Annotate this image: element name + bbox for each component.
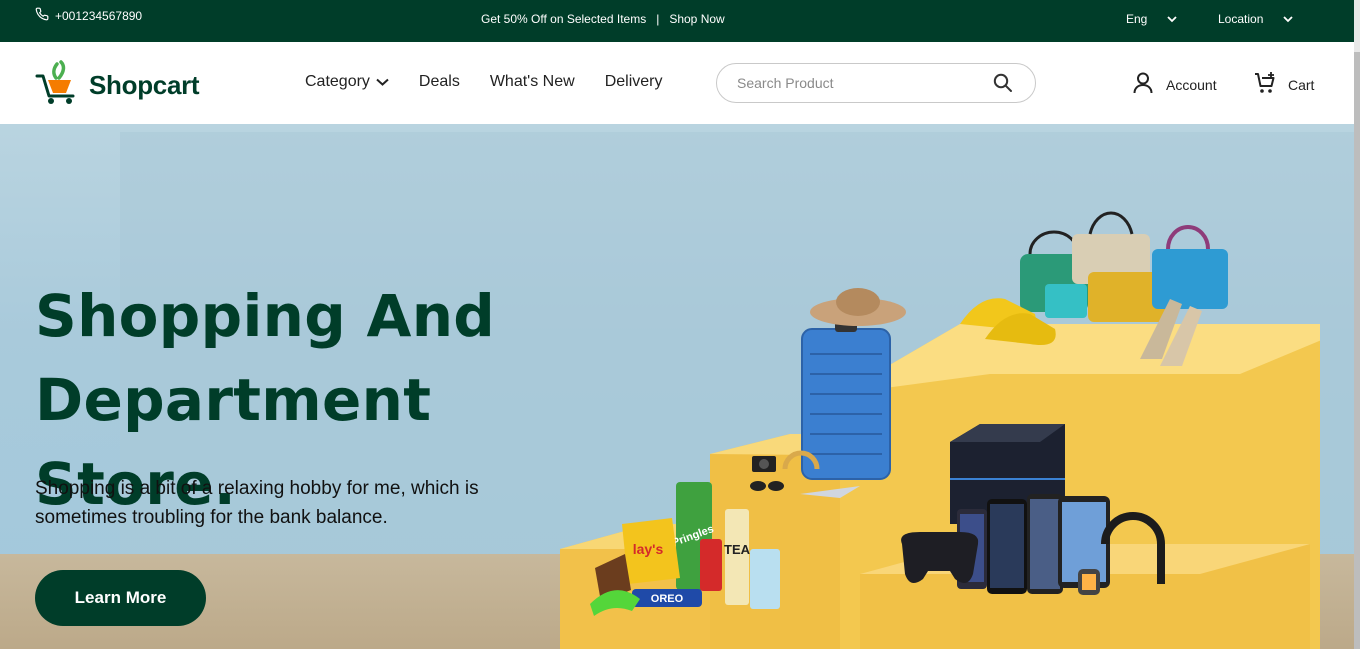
nav-deals[interactable]: Deals	[419, 73, 460, 91]
hero-section: Shopping And Department Store. Shopping …	[0, 124, 1354, 649]
phone-contact[interactable]: +001234567890	[35, 7, 142, 24]
nav-category-label: Category	[305, 73, 370, 90]
chevron-down-icon	[1167, 12, 1177, 26]
phone-icon	[35, 7, 49, 24]
cart-link[interactable]: Cart	[1254, 72, 1314, 97]
search-bar	[716, 63, 1036, 103]
promo-banner: Get 50% Off on Selected Items | Shop Now	[481, 12, 725, 26]
cart-label: Cart	[1288, 76, 1315, 93]
main-header: Shopcart Category Deals What's New Deliv…	[0, 42, 1354, 124]
main-nav: Category Deals What's New Delivery	[305, 73, 662, 91]
promo-text: Get 50% Off on Selected Items	[481, 12, 647, 26]
account-link[interactable]: Account	[1133, 72, 1217, 97]
nav-category[interactable]: Category	[305, 73, 389, 91]
scrollbar-thumb[interactable]	[1354, 52, 1360, 649]
hero-subtitle: Shopping is a bit of a relaxing hobby fo…	[35, 478, 479, 528]
chevron-down-icon	[1283, 12, 1294, 26]
shopping-cart-logo-icon	[35, 60, 79, 111]
promo-divider: |	[656, 12, 660, 26]
language-selector[interactable]: Eng	[1126, 12, 1177, 26]
cart-icon	[1254, 72, 1276, 97]
handbags-icon	[1020, 211, 1228, 322]
oreo-label: OREO	[651, 593, 684, 605]
hero-product-illustration: Pringles TEA lay's OREO	[540, 194, 1354, 649]
nav-delivery-label: Delivery	[604, 73, 663, 90]
location-label: Location	[1218, 12, 1264, 26]
chevron-down-icon	[376, 73, 389, 91]
phone-number: +001234567890	[55, 8, 143, 23]
chips-label: lay's	[633, 541, 664, 557]
search-icon[interactable]	[993, 73, 1013, 98]
tea-label: TEA	[724, 542, 751, 557]
suitcase-icon	[801, 314, 891, 480]
user-icon	[1133, 72, 1153, 97]
nav-whats-new[interactable]: What's New	[490, 73, 575, 91]
page-scrollbar[interactable]	[1354, 0, 1360, 649]
sun-hat-icon	[810, 288, 906, 326]
learn-more-button[interactable]: Learn More	[35, 570, 206, 626]
nav-deals-label: Deals	[418, 73, 460, 90]
top-bar: +001234567890 Get 50% Off on Selected It…	[0, 0, 1360, 42]
shop-now-link[interactable]: Shop Now	[669, 12, 724, 26]
account-label: Account	[1166, 76, 1217, 93]
hero-title-line1: Shopping And	[35, 282, 496, 350]
language-label: Eng	[1126, 12, 1148, 26]
logo[interactable]: Shopcart	[35, 60, 200, 111]
nav-whats-new-label: What's New	[489, 73, 575, 90]
search-input[interactable]	[737, 75, 987, 91]
logo-text: Shopcart	[89, 70, 200, 100]
location-selector[interactable]: Location	[1218, 12, 1294, 26]
nav-delivery[interactable]: Delivery	[605, 73, 663, 91]
